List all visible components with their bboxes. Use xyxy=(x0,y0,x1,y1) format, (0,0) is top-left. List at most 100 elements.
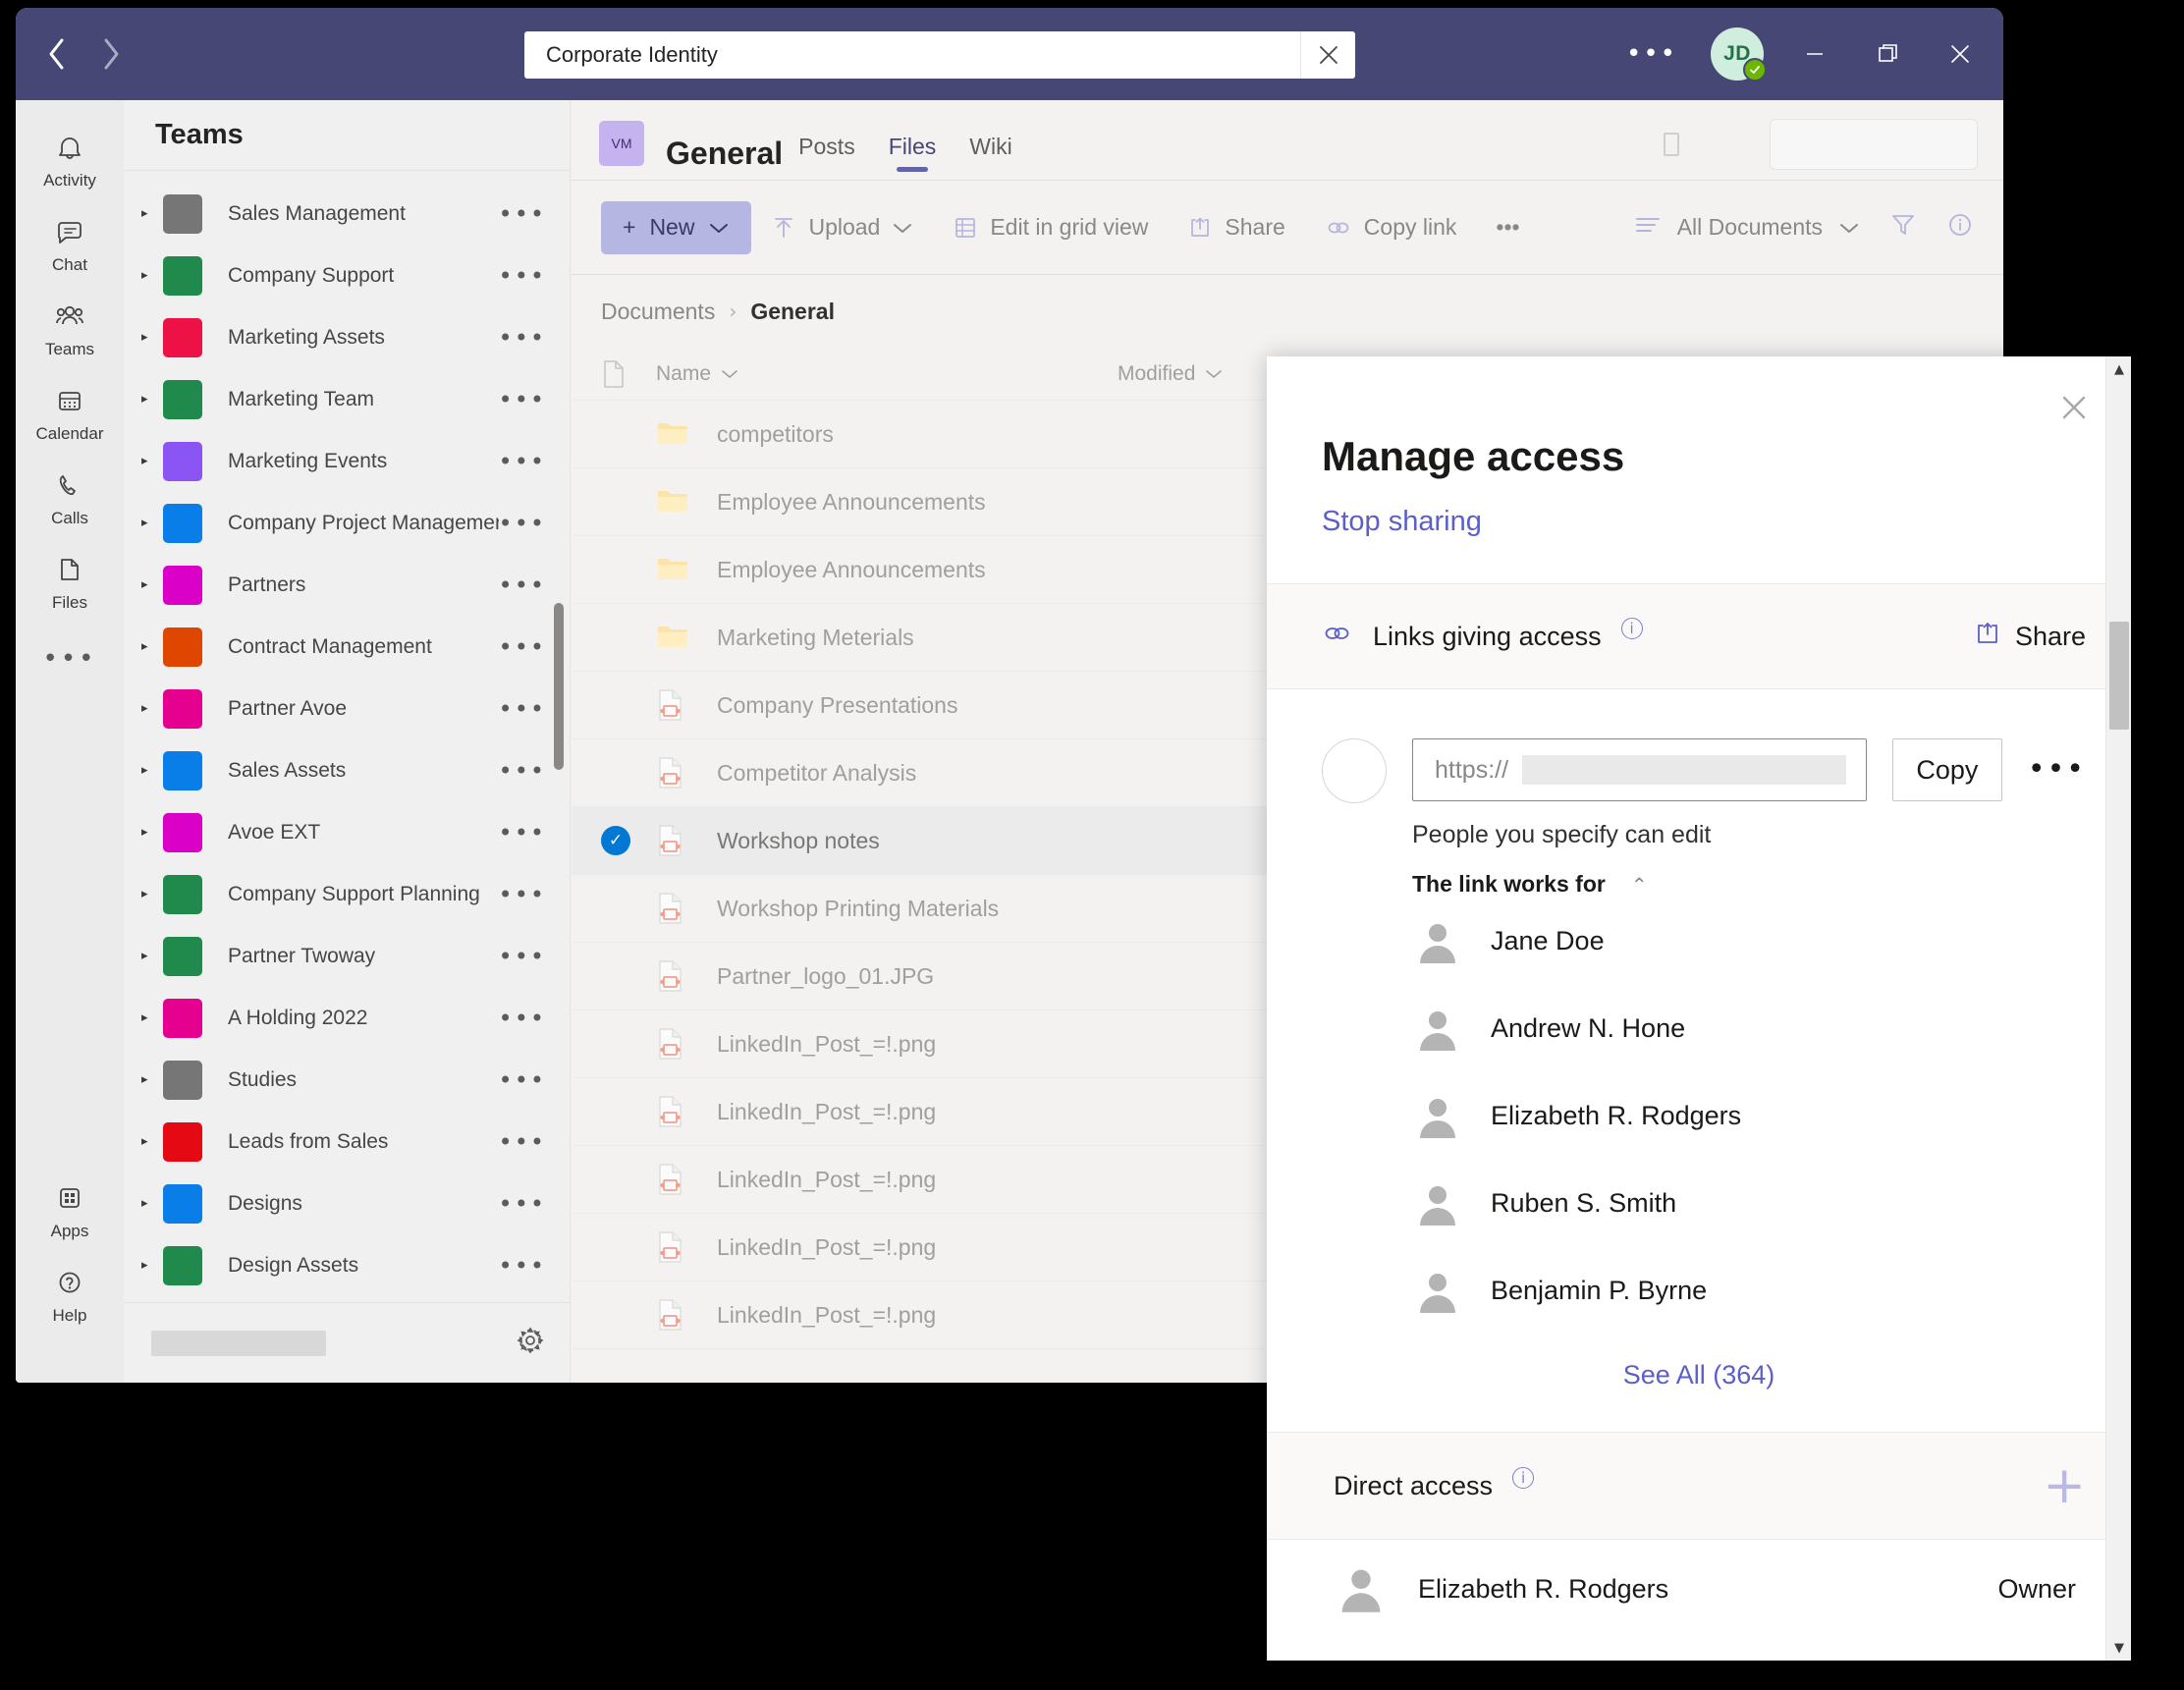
expand-caret-icon[interactable]: ▸ xyxy=(141,949,163,963)
expand-caret-icon[interactable]: ▸ xyxy=(141,1258,163,1273)
team-list-item[interactable]: ▸ Company Project Management ••• xyxy=(124,492,570,554)
list-item[interactable]: Elizabeth R. Rodgers xyxy=(1267,1072,2131,1160)
expand-caret-icon[interactable]: ▸ xyxy=(141,577,163,592)
breadcrumb-documents[interactable]: Documents xyxy=(601,299,715,325)
row-checkbox[interactable]: ✓ xyxy=(601,826,656,855)
edit-in-grid-view-button[interactable]: Edit in grid view xyxy=(933,201,1168,254)
new-button[interactable]: + New xyxy=(601,200,752,254)
team-list-item[interactable]: ▸ Sales Assets ••• xyxy=(124,739,570,801)
team-more-button[interactable]: ••• xyxy=(499,881,546,908)
rail-item-teams[interactable]: Teams xyxy=(16,285,124,369)
team-list-item[interactable]: ▸ Leads from Sales ••• xyxy=(124,1111,570,1172)
team-more-button[interactable]: ••• xyxy=(499,572,546,599)
rail-item-calendar[interactable]: Calendar xyxy=(16,369,124,454)
list-item[interactable]: Andrew N. Hone xyxy=(1267,985,2131,1072)
expand-caret-icon[interactable]: ▸ xyxy=(141,454,163,468)
user-avatar[interactable]: JD xyxy=(1711,27,1767,82)
see-all-link[interactable]: See All (364) xyxy=(1267,1360,2131,1390)
list-item[interactable]: Elizabeth R. Rodgers Owner xyxy=(1267,1540,2131,1638)
expand-caret-icon[interactable]: ▸ xyxy=(141,763,163,778)
command-bar-more-button[interactable]: ••• xyxy=(1476,201,1539,254)
team-list-item[interactable]: ▸ Marketing Events ••• xyxy=(124,430,570,492)
team-more-button[interactable]: ••• xyxy=(499,1005,546,1032)
team-list-item[interactable]: ▸ Partner Twoway ••• xyxy=(124,925,570,987)
teams-list-scrollbar-thumb[interactable] xyxy=(554,603,564,770)
team-more-button[interactable]: ••• xyxy=(499,262,546,290)
team-more-button[interactable]: ••• xyxy=(499,633,546,661)
team-more-button[interactable]: ••• xyxy=(499,1066,546,1094)
expand-caret-icon[interactable]: ▸ xyxy=(141,392,163,407)
team-more-button[interactable]: ••• xyxy=(499,1190,546,1218)
scroll-up-button[interactable]: ▲ xyxy=(2106,356,2131,382)
forward-button[interactable] xyxy=(96,38,126,70)
info-circle-icon[interactable]: i xyxy=(1620,617,1643,639)
team-more-button[interactable]: ••• xyxy=(499,324,546,352)
panel-share-button[interactable]: Share xyxy=(1974,620,2086,654)
team-list-item[interactable]: ▸ Avoe EXT ••• xyxy=(124,801,570,863)
rail-item-files[interactable]: Files xyxy=(16,538,124,623)
window-minimize-button[interactable] xyxy=(1793,32,1836,76)
team-list-item[interactable]: ▸ Designs ••• xyxy=(124,1172,570,1234)
team-list-item[interactable]: ▸ Design Assets ••• xyxy=(124,1234,570,1296)
global-search-bar[interactable] xyxy=(524,31,1355,79)
tab-posts[interactable]: Posts xyxy=(798,134,855,172)
rail-item-activity[interactable]: Activity xyxy=(16,116,124,200)
rail-item-help[interactable]: Help xyxy=(16,1251,124,1336)
tab-wiki[interactable]: Wiki xyxy=(969,134,1011,172)
expand-caret-icon[interactable]: ▸ xyxy=(141,206,163,221)
team-list-item[interactable]: ▸ Partners ••• xyxy=(124,554,570,616)
add-people-button[interactable]: + xyxy=(2043,1460,2086,1511)
copy-button[interactable]: Copy xyxy=(1891,738,2002,801)
expand-caret-icon[interactable]: ▸ xyxy=(141,268,163,283)
expand-caret-icon[interactable]: ▸ xyxy=(141,887,163,901)
share-button[interactable]: Share xyxy=(1168,201,1304,254)
panel-scrollbar[interactable]: ▲ ▼ xyxy=(2105,356,2131,1661)
team-list-item[interactable]: ▸ Company Support Planning ••• xyxy=(124,863,570,925)
team-more-button[interactable]: ••• xyxy=(499,757,546,785)
meet-button-placeholder[interactable] xyxy=(1770,119,1978,170)
role-label[interactable]: Owner xyxy=(1997,1574,2076,1605)
rail-item-chat[interactable]: Chat xyxy=(16,200,124,285)
team-list-item[interactable]: ▸ Studies ••• xyxy=(124,1049,570,1111)
list-item[interactable]: Benjamin P. Byrne xyxy=(1267,1247,2131,1335)
column-header-modified[interactable]: Modified xyxy=(1118,362,1223,386)
search-input[interactable] xyxy=(524,42,1300,68)
stop-sharing-link[interactable]: Stop sharing xyxy=(1322,506,2131,538)
view-selector[interactable]: All Documents xyxy=(1634,214,1860,242)
close-panel-button[interactable] xyxy=(2050,384,2098,431)
team-more-button[interactable]: ••• xyxy=(499,1252,546,1280)
team-list-item[interactable]: ▸ A Holding 2022 ••• xyxy=(124,987,570,1049)
filter-funnel-icon[interactable] xyxy=(1889,211,1917,244)
expand-caret-icon[interactable]: ▸ xyxy=(141,1010,163,1025)
link-works-for-toggle[interactable]: The link works for ⌃ xyxy=(1412,871,2131,898)
settings-gear-icon[interactable] xyxy=(514,1324,547,1362)
titlebar-more-button[interactable]: ••• xyxy=(1622,41,1681,67)
info-circle-icon[interactable] xyxy=(1946,211,1974,244)
expand-caret-icon[interactable]: ▸ xyxy=(141,330,163,345)
upload-button[interactable]: Upload xyxy=(751,201,933,254)
window-maximize-button[interactable] xyxy=(1866,32,1909,76)
team-more-button[interactable]: ••• xyxy=(499,510,546,537)
team-more-button[interactable]: ••• xyxy=(499,448,546,475)
team-list-item[interactable]: ▸ Marketing Assets ••• xyxy=(124,306,570,368)
expand-caret-icon[interactable]: ▸ xyxy=(141,1134,163,1149)
expand-caret-icon[interactable]: ▸ xyxy=(141,516,163,530)
scroll-down-button[interactable]: ▼ xyxy=(2106,1635,2131,1661)
team-more-button[interactable]: ••• xyxy=(499,386,546,413)
expand-caret-icon[interactable]: ▸ xyxy=(141,639,163,654)
join-team-placeholder[interactable] xyxy=(151,1330,326,1356)
window-close-button[interactable] xyxy=(1938,32,1982,76)
copy-link-button[interactable]: Copy link xyxy=(1305,201,1477,254)
list-item[interactable]: Ruben S. Smith xyxy=(1267,1160,2131,1247)
team-list-item[interactable]: ▸ Contract Management ••• xyxy=(124,616,570,678)
info-circle-icon[interactable]: i xyxy=(1512,1466,1535,1489)
team-list-item[interactable]: ▸ Sales Management ••• xyxy=(124,183,570,245)
team-list-item[interactable]: ▸ Marketing Team ••• xyxy=(124,368,570,430)
expand-caret-icon[interactable]: ▸ xyxy=(141,701,163,716)
teams-list[interactable]: ▸ Sales Management ••• ▸ Company Support ••• ▸… xyxy=(124,171,570,1302)
share-link-field[interactable]: https:// xyxy=(1412,738,1867,801)
search-clear-button[interactable] xyxy=(1300,31,1355,79)
column-header-name[interactable]: Name xyxy=(656,362,1118,386)
team-more-button[interactable]: ••• xyxy=(499,943,546,970)
list-item[interactable]: Jane Doe xyxy=(1267,898,2131,985)
